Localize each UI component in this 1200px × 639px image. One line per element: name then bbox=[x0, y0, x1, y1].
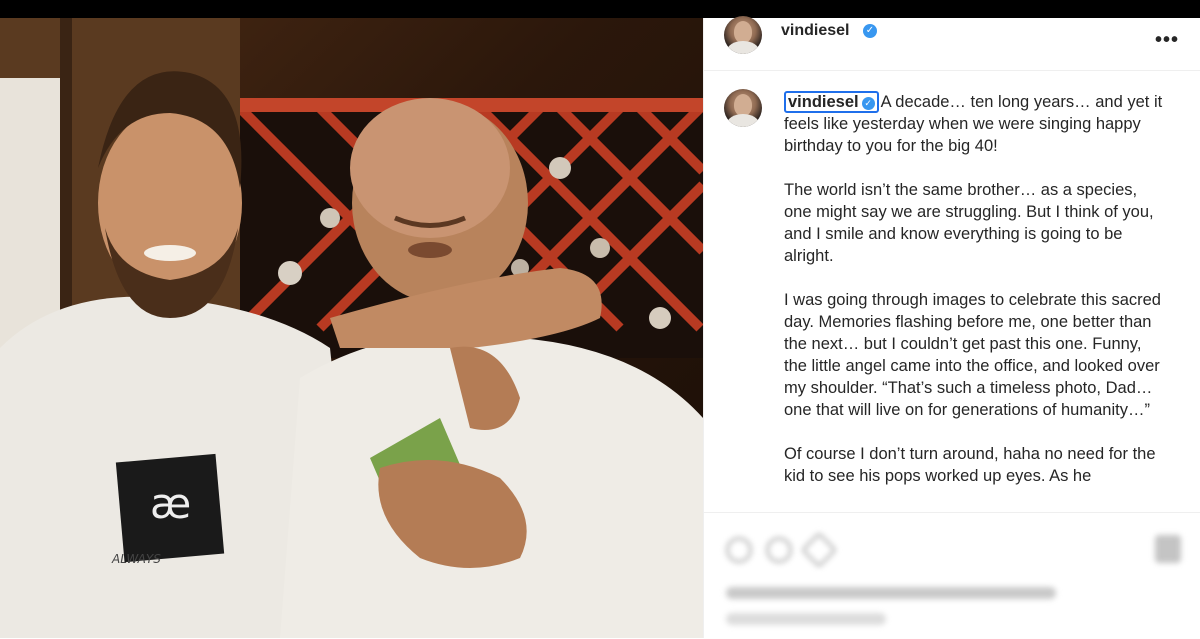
caption-text: vindiesel ✓ A decade… ten long years… and … bbox=[784, 91, 1164, 509]
caption-avatar[interactable] bbox=[724, 89, 762, 127]
photo-illustration: æ ALWAYS bbox=[0, 18, 703, 638]
avatar[interactable] bbox=[724, 16, 762, 54]
share-icon[interactable] bbox=[800, 531, 838, 569]
post-panel: vindiesel ✓ ••• vindiesel ✓ A decade… ten … bbox=[703, 16, 1200, 639]
post-header: vindiesel ✓ ••• bbox=[704, 16, 1200, 71]
avatar-body bbox=[727, 41, 759, 54]
blurred-date-line bbox=[726, 613, 886, 625]
verified-badge-icon: ✓ bbox=[863, 24, 877, 38]
shirt-brand-text: ALWAYS bbox=[111, 552, 161, 566]
avatar-head bbox=[734, 21, 752, 43]
caption-paragraph-1: vindiesel ✓ A decade… ten long years… and … bbox=[784, 91, 1164, 157]
caption-verified-badge-icon: ✓ bbox=[861, 97, 875, 110]
bookmark-icon[interactable] bbox=[1155, 535, 1181, 563]
heart-icon[interactable] bbox=[726, 537, 752, 563]
action-bar bbox=[704, 512, 1200, 639]
top-bar bbox=[0, 0, 1200, 18]
post-photo[interactable]: æ ALWAYS bbox=[0, 18, 703, 638]
header-username[interactable]: vindiesel bbox=[781, 22, 849, 40]
caption-paragraph-3: I was going through images to celebrate … bbox=[784, 291, 1161, 419]
shirt-logo: æ bbox=[150, 479, 191, 528]
blurred-likes-line bbox=[726, 587, 1056, 599]
comment-icon[interactable] bbox=[766, 537, 792, 563]
caption-paragraph-2: The world isn’t the same brother… as a s… bbox=[784, 181, 1154, 265]
caption-username[interactable]: vindiesel ✓ bbox=[784, 91, 879, 113]
caption-avatar-body bbox=[727, 114, 759, 127]
caption-username-text[interactable]: vindiesel bbox=[788, 93, 859, 111]
caption-area: vindiesel ✓ A decade… ten long years… and … bbox=[704, 71, 1200, 512]
caption-paragraph-4: Of course I don’t turn around, haha no n… bbox=[784, 445, 1156, 485]
caption-avatar-head bbox=[734, 94, 752, 116]
more-options-icon[interactable]: ••• bbox=[1155, 30, 1179, 50]
